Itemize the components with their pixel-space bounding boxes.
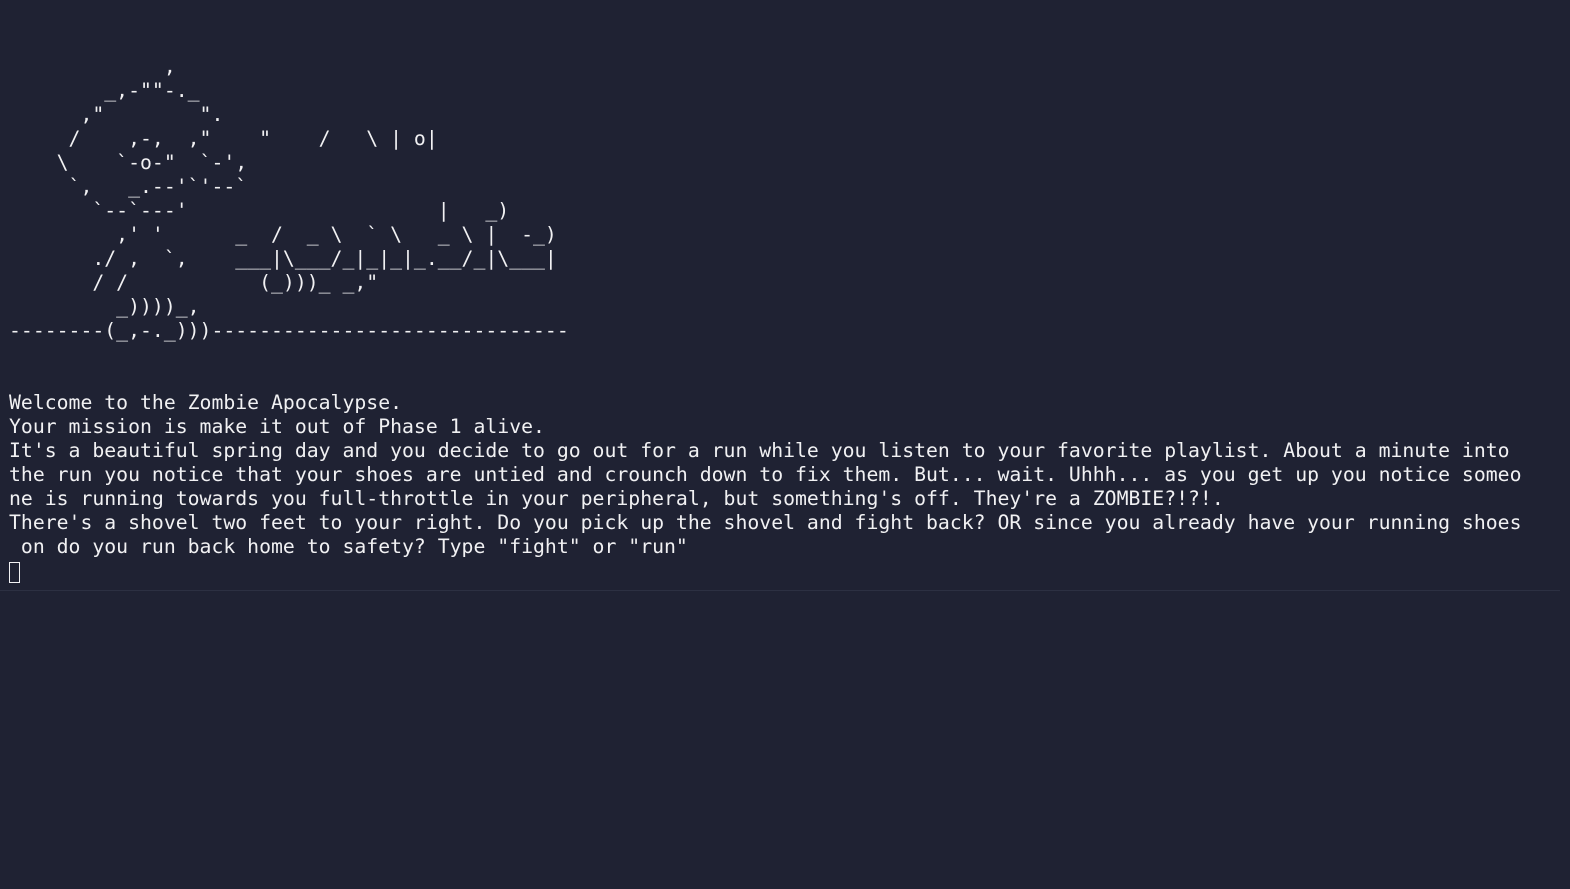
terminal-window[interactable]: , _,-""-._ ," ". / ,-, ," " / \ | o| \ `…: [0, 0, 1570, 889]
story-line: It's a beautiful spring day and you deci…: [9, 439, 1510, 462]
mission-message: Your mission is make it out of Phase 1 a…: [9, 415, 545, 438]
ascii-art-line: / ,-, ," " / \ | o|: [9, 127, 438, 150]
story-text: Welcome to the Zombie Apocalypse. Your m…: [9, 391, 1549, 559]
text-cursor: [9, 561, 20, 583]
ascii-art-line: `, _.--'`'--`: [9, 175, 248, 198]
ascii-art-line: / / (_)))_ _,": [9, 271, 379, 294]
zombie-ascii-art: , _,-""-._ ," ". / ,-, ," " / \ | o| \ `…: [9, 55, 1549, 343]
choice-prompt-line: There's a shovel two feet to your right.…: [9, 511, 1522, 534]
ascii-art-line: _,-""-._: [9, 79, 200, 102]
ascii-art-line: `--`---' | _): [9, 199, 510, 222]
story-line: the run you notice that your shoes are u…: [9, 463, 1522, 486]
ascii-art-line: \ `-o-" `-',: [9, 151, 248, 174]
ascii-art-line: ./ , `, ___|\___/_|_|_|_.__/_|\___|: [9, 247, 557, 270]
welcome-message: Welcome to the Zombie Apocalypse.: [9, 391, 403, 414]
terminal-output: , _,-""-._ ," ". / ,-, ," " / \ | o| \ `…: [9, 55, 1549, 583]
ascii-art-line: ,: [9, 55, 176, 78]
divider: [0, 590, 1560, 591]
story-line: ne is running towards you full-throttle …: [9, 487, 1224, 510]
ascii-art-line: ," ".: [9, 103, 224, 126]
input-line[interactable]: [9, 559, 1549, 583]
choice-prompt-line: on do you run back home to safety? Type …: [9, 535, 688, 558]
ascii-art-line: --------(_,-._)))-----------------------…: [9, 319, 569, 342]
ascii-art-line: ,' ' _ / _ \ ` \ _ \ | -_): [9, 223, 557, 246]
ascii-art-line: _))))_,: [9, 295, 200, 318]
